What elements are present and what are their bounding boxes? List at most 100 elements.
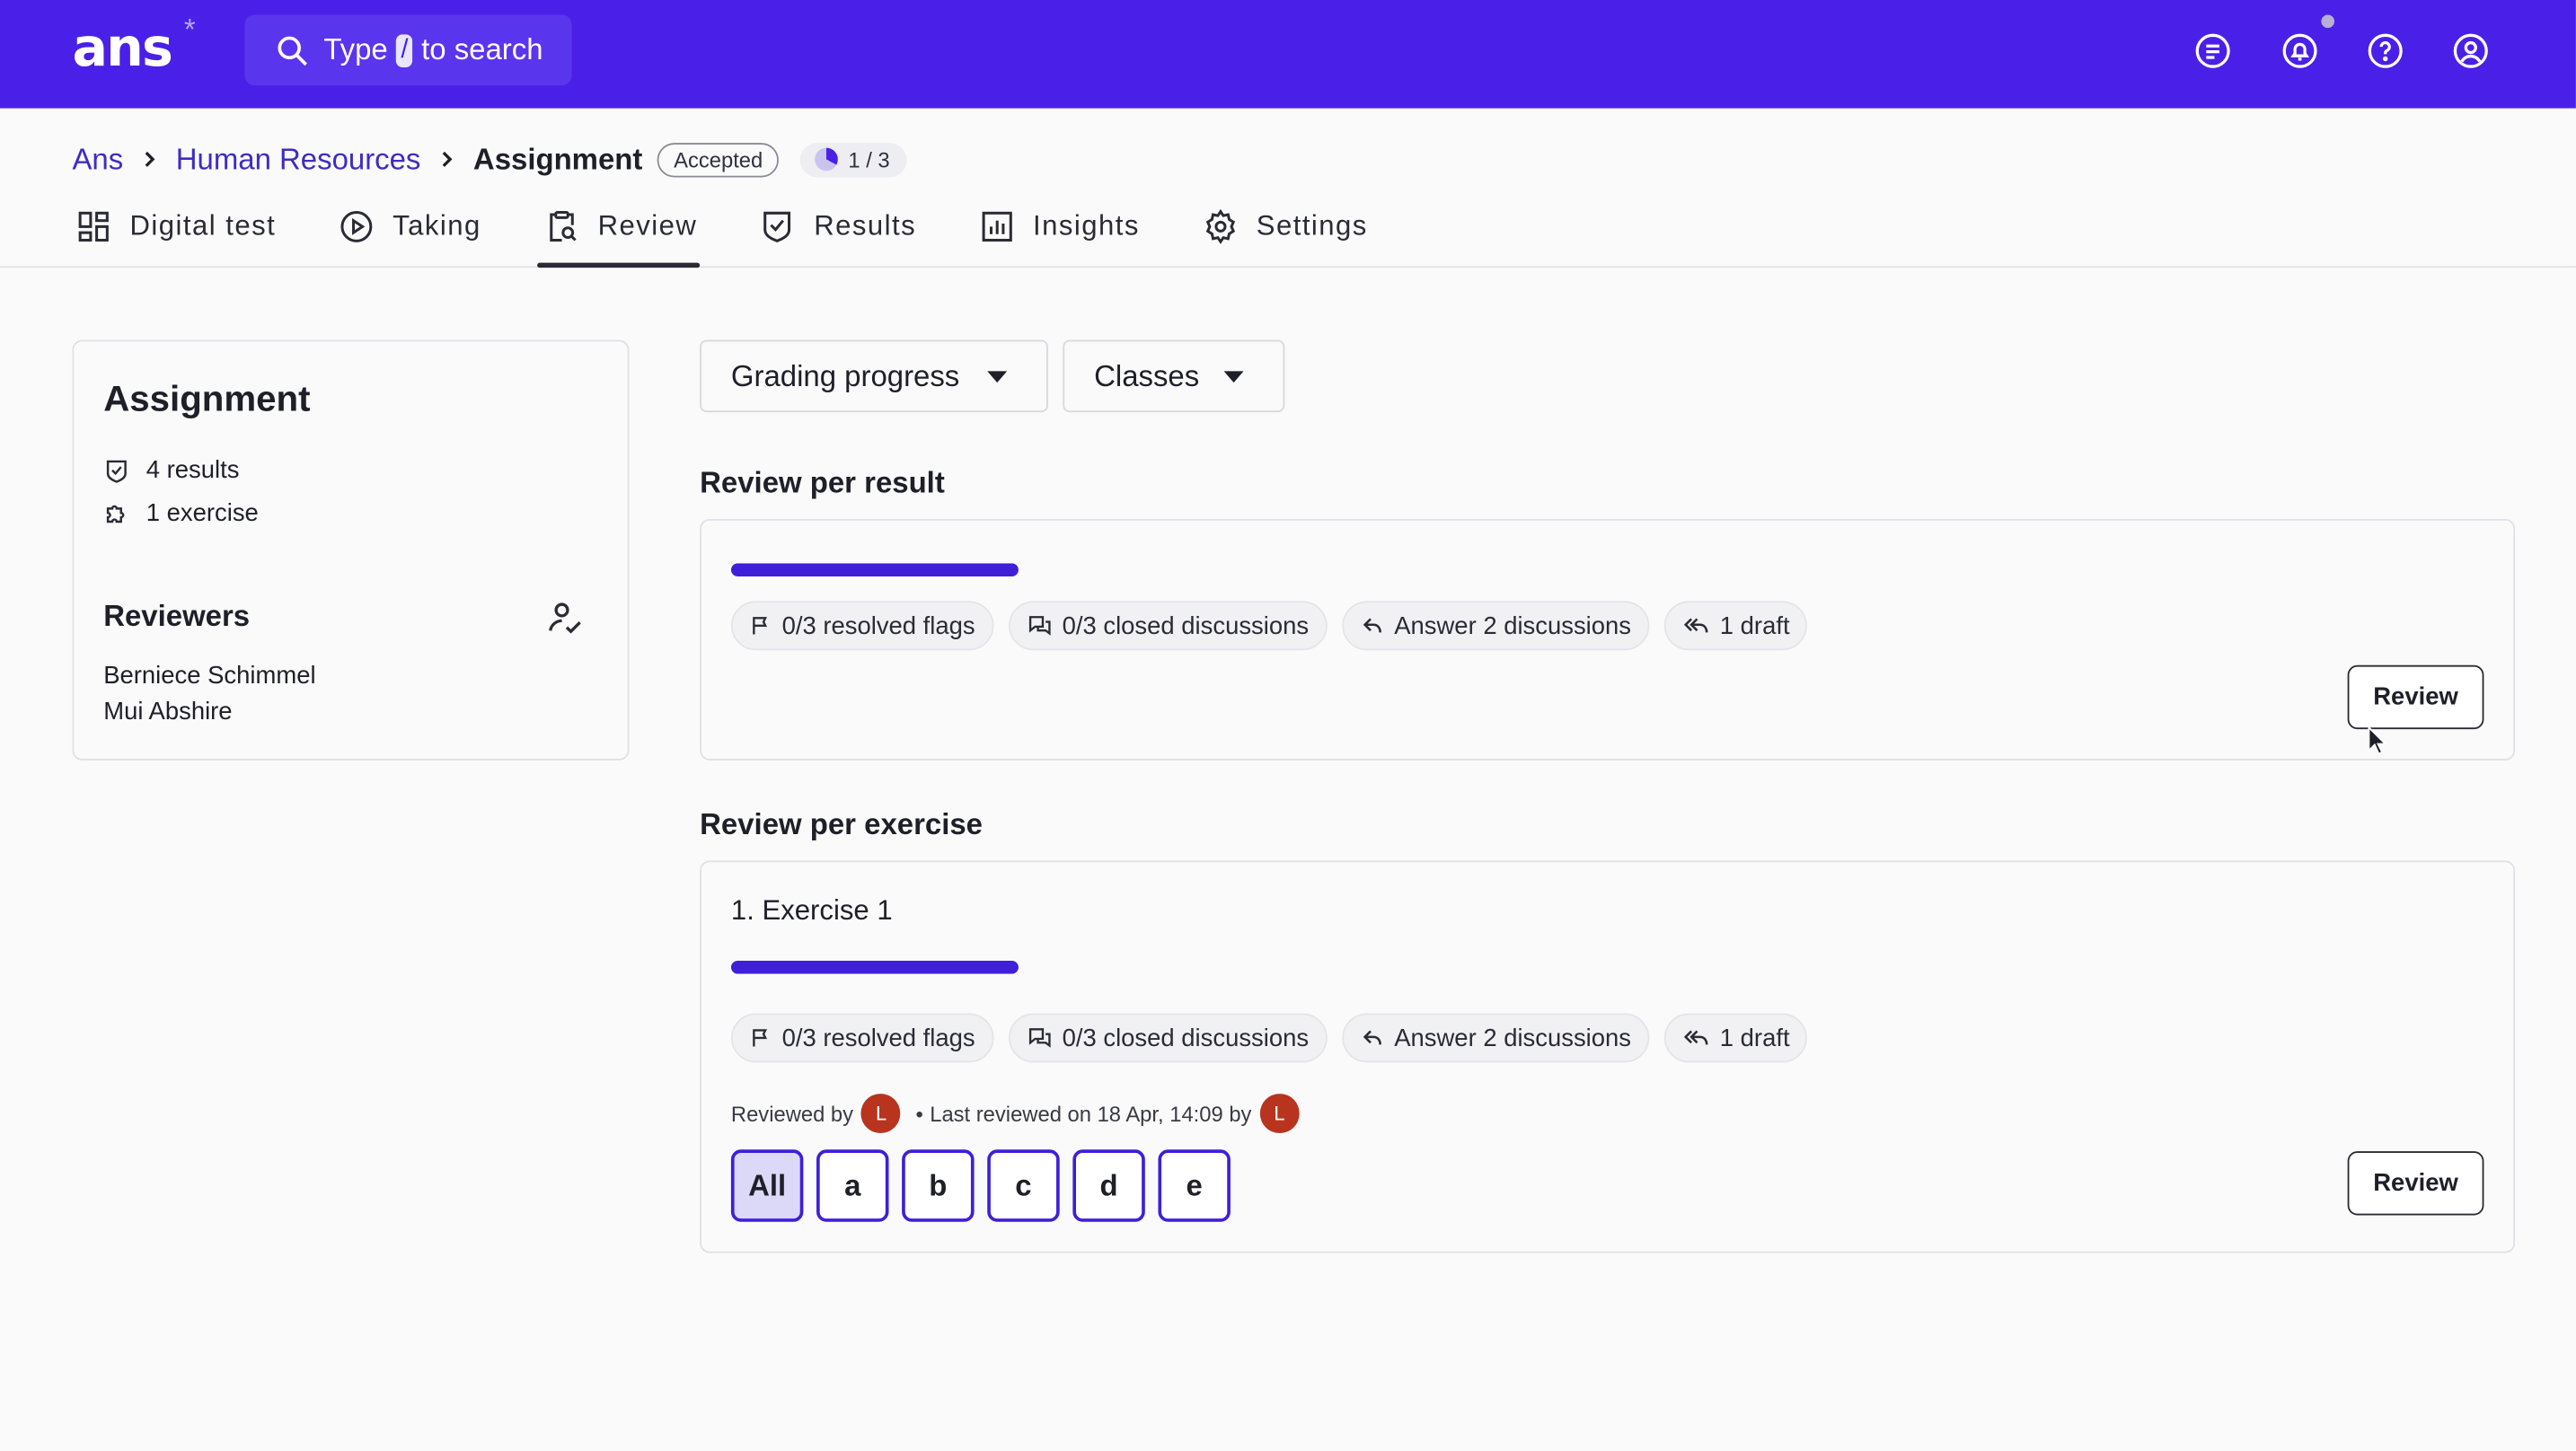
- draft-chip: 1 draft: [1663, 601, 1808, 651]
- pie-progress-icon: [815, 147, 839, 171]
- review-history: Reviewed by L • Last reviewed on 18 Apr,…: [730, 1094, 1308, 1134]
- progress-badge: 1 / 3: [800, 142, 906, 177]
- answer-discussions-chip: Answer 2 discussions: [1341, 601, 1650, 651]
- puzzle-icon: [106, 504, 125, 523]
- chip-label: Answer 2 discussions: [1394, 611, 1632, 640]
- reply-all-icon: [1683, 618, 1708, 633]
- reviewed-by-label: Reviewed by: [730, 1101, 854, 1126]
- tab-label: Settings: [1256, 210, 1368, 242]
- tab-label: Review: [597, 210, 698, 242]
- part-b-button[interactable]: b: [902, 1149, 975, 1222]
- shield-check-icon: [764, 211, 791, 242]
- account-icon[interactable]: [2449, 30, 2492, 73]
- classes-dropdown[interactable]: Classes: [1063, 339, 1285, 413]
- gear-icon: [1205, 208, 1235, 244]
- separator-dot: •: [915, 1101, 923, 1126]
- closed-discussions-chip: 0/3 closed discussions: [1008, 1013, 1328, 1063]
- tab-taking[interactable]: Taking: [335, 207, 481, 268]
- last-reviewed-label: Last reviewed on 18 Apr, 14:09 by: [930, 1101, 1252, 1126]
- tab-results[interactable]: Results: [756, 207, 916, 268]
- chart-icon: [982, 211, 1012, 242]
- bell-icon[interactable]: [2279, 30, 2322, 73]
- feedback-icon[interactable]: [2192, 30, 2235, 73]
- search-icon: [278, 35, 307, 66]
- reply-icon: [1363, 1030, 1381, 1045]
- results-count-label: 4 results: [146, 456, 240, 485]
- tab-label: Taking: [393, 210, 481, 242]
- progress-badge-label: 1 / 3: [848, 146, 890, 172]
- caret-down-icon: [1223, 371, 1244, 383]
- tab-label: Insights: [1033, 210, 1140, 242]
- tab-label: Results: [814, 210, 917, 242]
- clipboard-search-icon: [550, 210, 577, 242]
- tab-digital-test[interactable]: Digital test: [72, 207, 276, 268]
- search-shortcut-key: /: [395, 33, 413, 67]
- ans-logo[interactable]: ans: [72, 16, 172, 79]
- mouse-cursor-icon: [2368, 726, 2387, 755]
- review-result-button[interactable]: Review: [2347, 664, 2484, 730]
- avatar[interactable]: L: [861, 1094, 902, 1134]
- chevron-right-icon: [140, 149, 160, 169]
- breadcrumb-human-resources[interactable]: Human Resources: [176, 142, 421, 176]
- discussion-icon: [1028, 1028, 1050, 1048]
- notification-dot: [2321, 14, 2335, 29]
- answer-discussions-chip: Answer 2 discussions: [1341, 1013, 1650, 1063]
- grading-progress-label: Grading progress: [730, 358, 960, 392]
- breadcrumb: Ans Human Resources Assignment Accepted …: [72, 139, 906, 179]
- closed-discussions-chip: 0/3 closed discussions: [1008, 601, 1328, 651]
- reviewer-name: Mui Abshire: [103, 698, 233, 726]
- review-per-result-title: Review per result: [700, 466, 945, 500]
- tab-bar: Digital test Taking Review Results Insig…: [72, 207, 1426, 268]
- app-root: ans * Type / to search Ans Human Resourc…: [0, 0, 2576, 1451]
- flag-icon: [753, 1029, 768, 1047]
- exercise-title[interactable]: 1. Exercise 1: [731, 895, 893, 928]
- search-suffix: to search: [421, 32, 543, 66]
- flag-icon: [753, 617, 768, 635]
- summary-title: Assignment: [103, 377, 311, 419]
- draft-chip: 1 draft: [1663, 1013, 1808, 1063]
- reply-icon: [1363, 618, 1381, 633]
- grading-progress-dropdown[interactable]: Grading progress: [700, 339, 1048, 413]
- tab-insights[interactable]: Insights: [975, 207, 1140, 268]
- tab-review[interactable]: Review: [536, 207, 701, 268]
- review-per-exercise-card: 1. Exercise 1 0/3 resolved flags 0/3 clo…: [700, 860, 2516, 1253]
- grading-progress-bar: [730, 563, 1019, 576]
- play-icon: [340, 210, 373, 242]
- help-icon[interactable]: [2364, 30, 2407, 73]
- discussion-icon: [1028, 616, 1050, 636]
- reviewers-title: Reviewers: [103, 599, 251, 633]
- exercise-stat-chips: 0/3 resolved flags 0/3 closed discussion…: [730, 1013, 1822, 1063]
- tab-settings[interactable]: Settings: [1199, 207, 1368, 268]
- classes-label: Classes: [1094, 358, 1200, 392]
- review-per-result-card: 0/3 resolved flags 0/3 closed discussion…: [700, 518, 2516, 761]
- chip-label: 0/3 closed discussions: [1062, 1024, 1310, 1052]
- chip-label: 0/3 resolved flags: [781, 611, 975, 640]
- part-a-button[interactable]: a: [816, 1149, 889, 1222]
- part-e-button[interactable]: e: [1158, 1149, 1231, 1222]
- assignment-summary-card: Assignment 4 results 1 exercise Reviewer…: [72, 339, 630, 761]
- exercise-count-label: 1 exercise: [146, 499, 259, 528]
- part-all-button[interactable]: All: [730, 1149, 804, 1222]
- grid-icon: [78, 211, 109, 242]
- top-bar: ans * Type / to search: [0, 0, 2576, 109]
- page-header: Ans Human Resources Assignment Accepted …: [0, 108, 2576, 268]
- reviewer-name: Berniece Schimmel: [103, 662, 316, 690]
- chip-label: 0/3 closed discussions: [1062, 611, 1310, 640]
- search-box[interactable]: Type / to search: [244, 14, 572, 86]
- logo-asterisk: *: [183, 13, 196, 47]
- result-stat-chips: 0/3 resolved flags 0/3 closed discussion…: [730, 601, 1822, 651]
- resolved-flags-chip: 0/3 resolved flags: [730, 1013, 993, 1063]
- manage-reviewers-icon[interactable]: [545, 598, 585, 646]
- breadcrumb-ans[interactable]: Ans: [72, 142, 123, 176]
- exercise-part-filter: All a b c d e: [730, 1149, 1244, 1222]
- part-c-button[interactable]: c: [987, 1149, 1060, 1222]
- review-per-exercise-title: Review per exercise: [700, 807, 983, 841]
- exercise-count: 1 exercise: [103, 499, 259, 527]
- reply-all-icon: [1683, 1030, 1708, 1045]
- avatar[interactable]: L: [1259, 1094, 1300, 1134]
- chip-label: 1 draft: [1719, 1024, 1790, 1052]
- part-d-button[interactable]: d: [1072, 1149, 1145, 1222]
- shield-check-icon: [106, 459, 127, 482]
- review-exercise-button[interactable]: Review: [2347, 1151, 2484, 1216]
- chip-label: 1 draft: [1719, 611, 1790, 640]
